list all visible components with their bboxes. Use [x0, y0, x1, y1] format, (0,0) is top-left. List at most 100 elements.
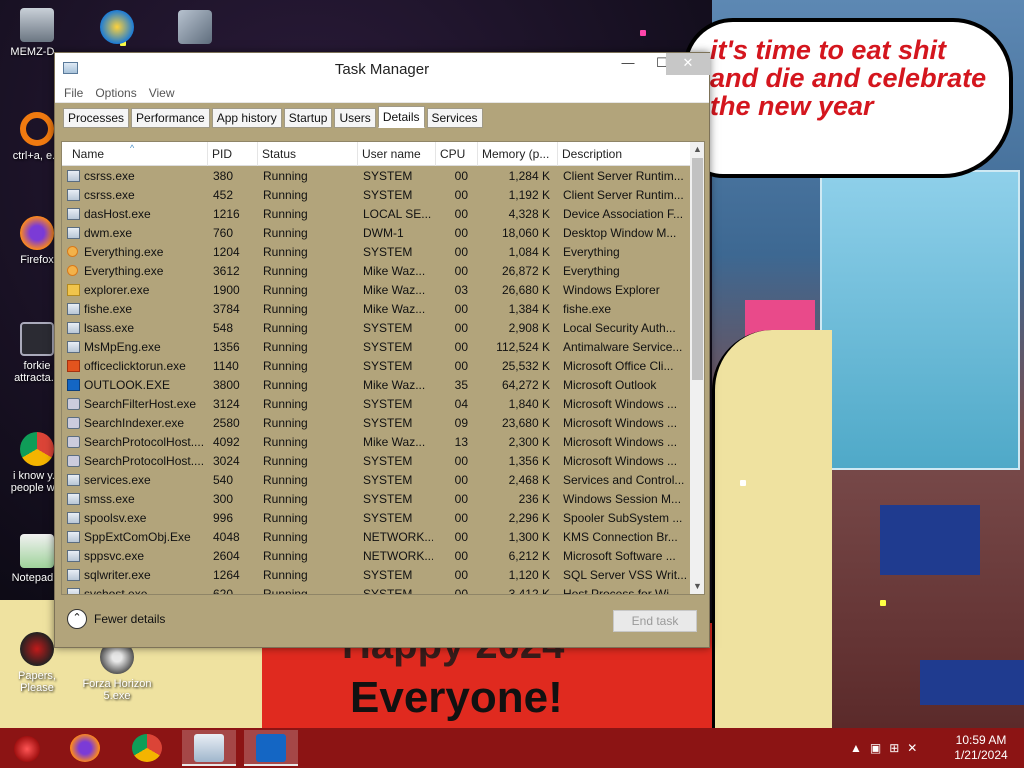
column-header-memory[interactable]: Memory (p...: [478, 142, 558, 166]
minimize-button[interactable]: —: [611, 53, 645, 75]
desktop-icon-memz[interactable]: MEMZ-D...: [2, 8, 72, 58]
cell-desc: Host Process for Wi...: [563, 587, 680, 595]
taskbar-clock[interactable]: 10:59 AM 1/21/2024: [950, 733, 1012, 763]
table-row[interactable]: fishe.exe 3784 Running Mike Waz... 00 1,384 K…: [62, 300, 690, 319]
table-row[interactable]: smss.exe 300 Running SYSTEM 00 236 K Windows S…: [62, 490, 690, 509]
cell-name: OUTLOOK.EXE: [84, 378, 171, 392]
menu-options[interactable]: Options: [92, 86, 139, 100]
column-header-status[interactable]: Status: [258, 142, 358, 166]
cell-pid: 1356: [213, 340, 240, 354]
table-row[interactable]: spoolsv.exe 996 Running SYSTEM 00 2,296 K Spoo…: [62, 509, 690, 528]
network-icon[interactable]: ⊞: [889, 741, 899, 755]
task-manager-taskbar-button[interactable]: [182, 730, 236, 766]
cell-user: NETWORK...: [363, 530, 433, 544]
desktop-icon-forza[interactable]: Forza Horizon 5.exe: [82, 640, 152, 702]
cell-status: Running: [263, 473, 308, 487]
chrome-taskbar-button[interactable]: [120, 730, 174, 766]
cell-mem: 18,060 K: [501, 226, 550, 240]
column-header-pid[interactable]: PID: [208, 142, 258, 166]
table-row[interactable]: SearchFilterHost.exe 3124 Running SYSTEM 04 1…: [62, 395, 690, 414]
table-row[interactable]: OUTLOOK.EXE 3800 Running Mike Waz... 35 64,27…: [62, 376, 690, 395]
tab-details[interactable]: Details: [377, 106, 425, 128]
tab-processes[interactable]: Processes: [63, 108, 130, 128]
cell-status: Running: [263, 207, 308, 221]
table-row[interactable]: officeclicktorun.exe 1140 Running SYSTEM 00 2…: [62, 357, 690, 376]
table-row[interactable]: Everything.exe 1204 Running SYSTEM 00 1,084 K…: [62, 243, 690, 262]
column-header-name[interactable]: ^ Name: [62, 142, 208, 166]
end-task-button[interactable]: End task: [613, 610, 697, 632]
cell-user: SYSTEM: [363, 587, 413, 595]
task-manager-window: Task Manager — ☐ ✕ File Options View Pro…: [54, 52, 710, 648]
table-row[interactable]: dasHost.exe 1216 Running LOCAL SE... 00 4,328…: [62, 205, 690, 224]
start-button[interactable]: [0, 730, 54, 766]
cell-name: dwm.exe: [84, 226, 133, 240]
tab-users[interactable]: Users: [334, 108, 376, 128]
title-bar[interactable]: Task Manager — ☐ ✕: [55, 53, 710, 83]
cell-pid: 3784: [213, 302, 240, 316]
cell-name: officeclicktorun.exe: [84, 359, 186, 373]
cell-desc: SQL Server VSS Writ...: [563, 568, 687, 582]
cell-desc: Microsoft Windows ...: [563, 454, 678, 468]
cell-pid: 452: [213, 188, 234, 202]
table-row[interactable]: lsass.exe 548 Running SYSTEM 00 2,908 K Local …: [62, 319, 690, 338]
desktop-icon-logo[interactable]: [82, 10, 152, 48]
fewer-details-button[interactable]: ⌃ Fewer details: [67, 609, 165, 629]
table-row[interactable]: SearchIndexer.exe 2580 Running SYSTEM 09 23,6…: [62, 414, 690, 433]
table-row[interactable]: dwm.exe 760 Running DWM-1 00 18,060 K Desktop …: [62, 224, 690, 243]
table-row[interactable]: Everything.exe 3612 Running Mike Waz... 00 26…: [62, 262, 690, 281]
cell-name: SearchProtocolHost....: [84, 435, 205, 449]
tab-app-history[interactable]: App history: [211, 108, 282, 128]
show-hidden-icons-icon[interactable]: ▲: [850, 741, 862, 755]
cell-status: Running: [263, 511, 308, 525]
table-row[interactable]: csrss.exe 452 Running SYSTEM 00 1,192 K Client…: [62, 186, 690, 205]
cell-status: Running: [263, 416, 308, 430]
notepad-icon: [20, 534, 54, 568]
cell-user: SYSTEM: [363, 568, 413, 582]
table-row[interactable]: MsMpEng.exe 1356 Running SYSTEM 00 112,524 K A…: [62, 338, 690, 357]
table-row[interactable]: csrss.exe 380 Running SYSTEM 00 1,284 K Client…: [62, 167, 690, 186]
cell-user: Mike Waz...: [363, 264, 426, 278]
desktop-icon-windows[interactable]: [160, 10, 230, 48]
process-gear-icon: [67, 398, 80, 410]
cell-status: Running: [263, 359, 308, 373]
table-row[interactable]: svchost.exe 620 Running SYSTEM 00 3,412 K Host…: [62, 585, 690, 595]
cell-user: SYSTEM: [363, 359, 413, 373]
scroll-thumb[interactable]: [692, 158, 703, 380]
menu-view[interactable]: View: [146, 86, 178, 100]
volume-muted-icon[interactable]: ✕: [907, 741, 917, 755]
column-header-cpu[interactable]: CPU: [436, 142, 478, 166]
menu-file[interactable]: File: [61, 86, 86, 100]
table-row[interactable]: sqlwriter.exe 1264 Running SYSTEM 00 1,120 K S…: [62, 566, 690, 585]
table-row[interactable]: SearchProtocolHost.... 4092 Running Mike Wa…: [62, 433, 690, 452]
firefox-taskbar-button[interactable]: [58, 730, 112, 766]
cell-user: LOCAL SE...: [363, 207, 432, 221]
column-header-description[interactable]: Description: [558, 142, 690, 166]
outlook-taskbar-button[interactable]: [244, 730, 298, 766]
scroll-up-icon[interactable]: ▲: [690, 142, 704, 157]
table-row[interactable]: sppsvc.exe 2604 Running NETWORK... 00 6,212 K…: [62, 547, 690, 566]
tab-services[interactable]: Services: [426, 108, 483, 128]
scroll-down-icon[interactable]: ▼: [690, 579, 704, 594]
cell-desc: Desktop Window M...: [563, 226, 677, 240]
cell-mem: 2,296 K: [508, 511, 550, 525]
cell-status: Running: [263, 169, 308, 183]
tab-startup[interactable]: Startup: [283, 108, 333, 128]
cell-status: Running: [263, 492, 308, 506]
cell-status: Running: [263, 302, 308, 316]
cell-cpu: 00: [454, 245, 468, 259]
table-row[interactable]: SearchProtocolHost.... 3024 Running SYSTEM 0…: [62, 452, 690, 471]
confetti: [740, 480, 746, 486]
cell-status: Running: [263, 321, 308, 335]
details-table: ^ Name PID Status User name CPU Memory (…: [61, 141, 705, 595]
tab-performance[interactable]: Performance: [131, 108, 210, 128]
action-center-icon[interactable]: ▣: [870, 741, 881, 755]
vertical-scrollbar[interactable]: ▲ ▼: [690, 142, 704, 594]
table-row[interactable]: services.exe 540 Running SYSTEM 00 2,468 K Ser…: [62, 471, 690, 490]
table-row[interactable]: SppExtComObj.Exe 4048 Running NETWORK... 00 1…: [62, 528, 690, 547]
close-button[interactable]: ✕: [666, 53, 710, 75]
column-header-user-name[interactable]: User name: [358, 142, 436, 166]
cell-cpu: 00: [454, 492, 468, 506]
table-row[interactable]: explorer.exe 1900 Running Mike Waz... 03 26,6…: [62, 281, 690, 300]
process-window-icon: [67, 170, 80, 182]
cell-mem: 4,328 K: [508, 207, 550, 221]
